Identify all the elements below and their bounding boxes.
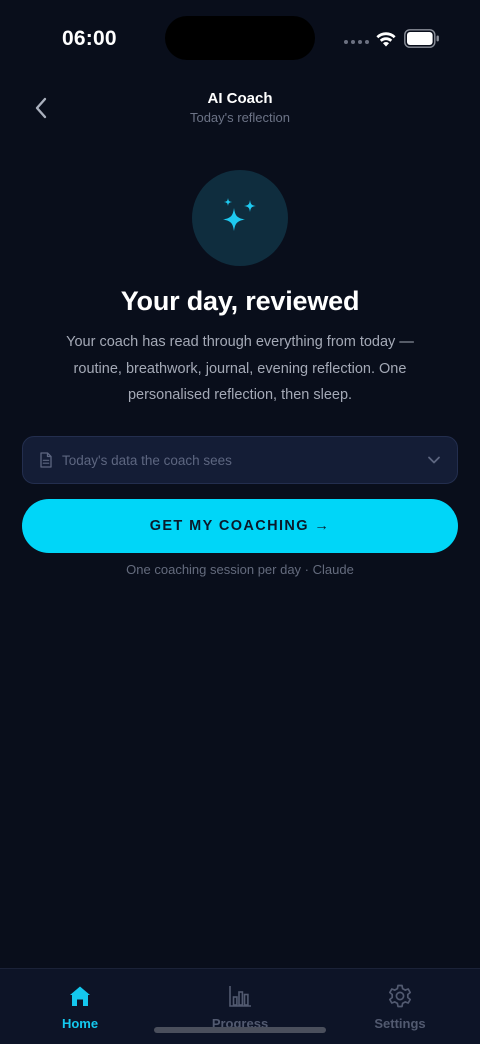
sparkles-icon <box>223 198 256 231</box>
tab-home-label: Home <box>61 1016 99 1031</box>
wifi-icon <box>376 32 396 47</box>
document-icon <box>40 452 52 468</box>
bar-chart-icon <box>229 986 251 1007</box>
coach-data-disclosure[interactable]: Today's data the coach sees <box>22 436 458 484</box>
ai-coach-screen: 06:00 AI Coach Today's reflection Your d… <box>0 0 480 1044</box>
tab-settings[interactable]: Settings <box>350 983 450 1035</box>
hero-badge <box>192 170 288 266</box>
coach-data-label: Today's data the coach sees <box>62 452 232 468</box>
home-indicator[interactable] <box>154 1027 326 1033</box>
dynamic-island <box>165 16 315 60</box>
cellular-signal-icon <box>344 40 369 44</box>
page-subtitle: Today's reflection <box>189 110 291 125</box>
gear-icon <box>388 984 412 1008</box>
hero-title: Your day, reviewed <box>120 286 360 316</box>
tab-settings-label: Settings <box>374 1016 426 1031</box>
status-bar: 06:00 <box>0 0 480 80</box>
battery-icon <box>404 29 439 48</box>
page-title: AI Coach <box>207 90 273 107</box>
home-icon <box>70 986 90 1006</box>
chevron-down-icon <box>428 456 440 464</box>
tab-home[interactable]: Home <box>30 983 130 1035</box>
status-time: 06:00 <box>62 27 117 50</box>
coaching-session-note: One coaching session per day · Claude <box>126 562 354 577</box>
hero-description: Your coach has read through everything f… <box>66 334 414 403</box>
get-coaching-button[interactable]: GET MY COACHING → <box>22 499 458 553</box>
